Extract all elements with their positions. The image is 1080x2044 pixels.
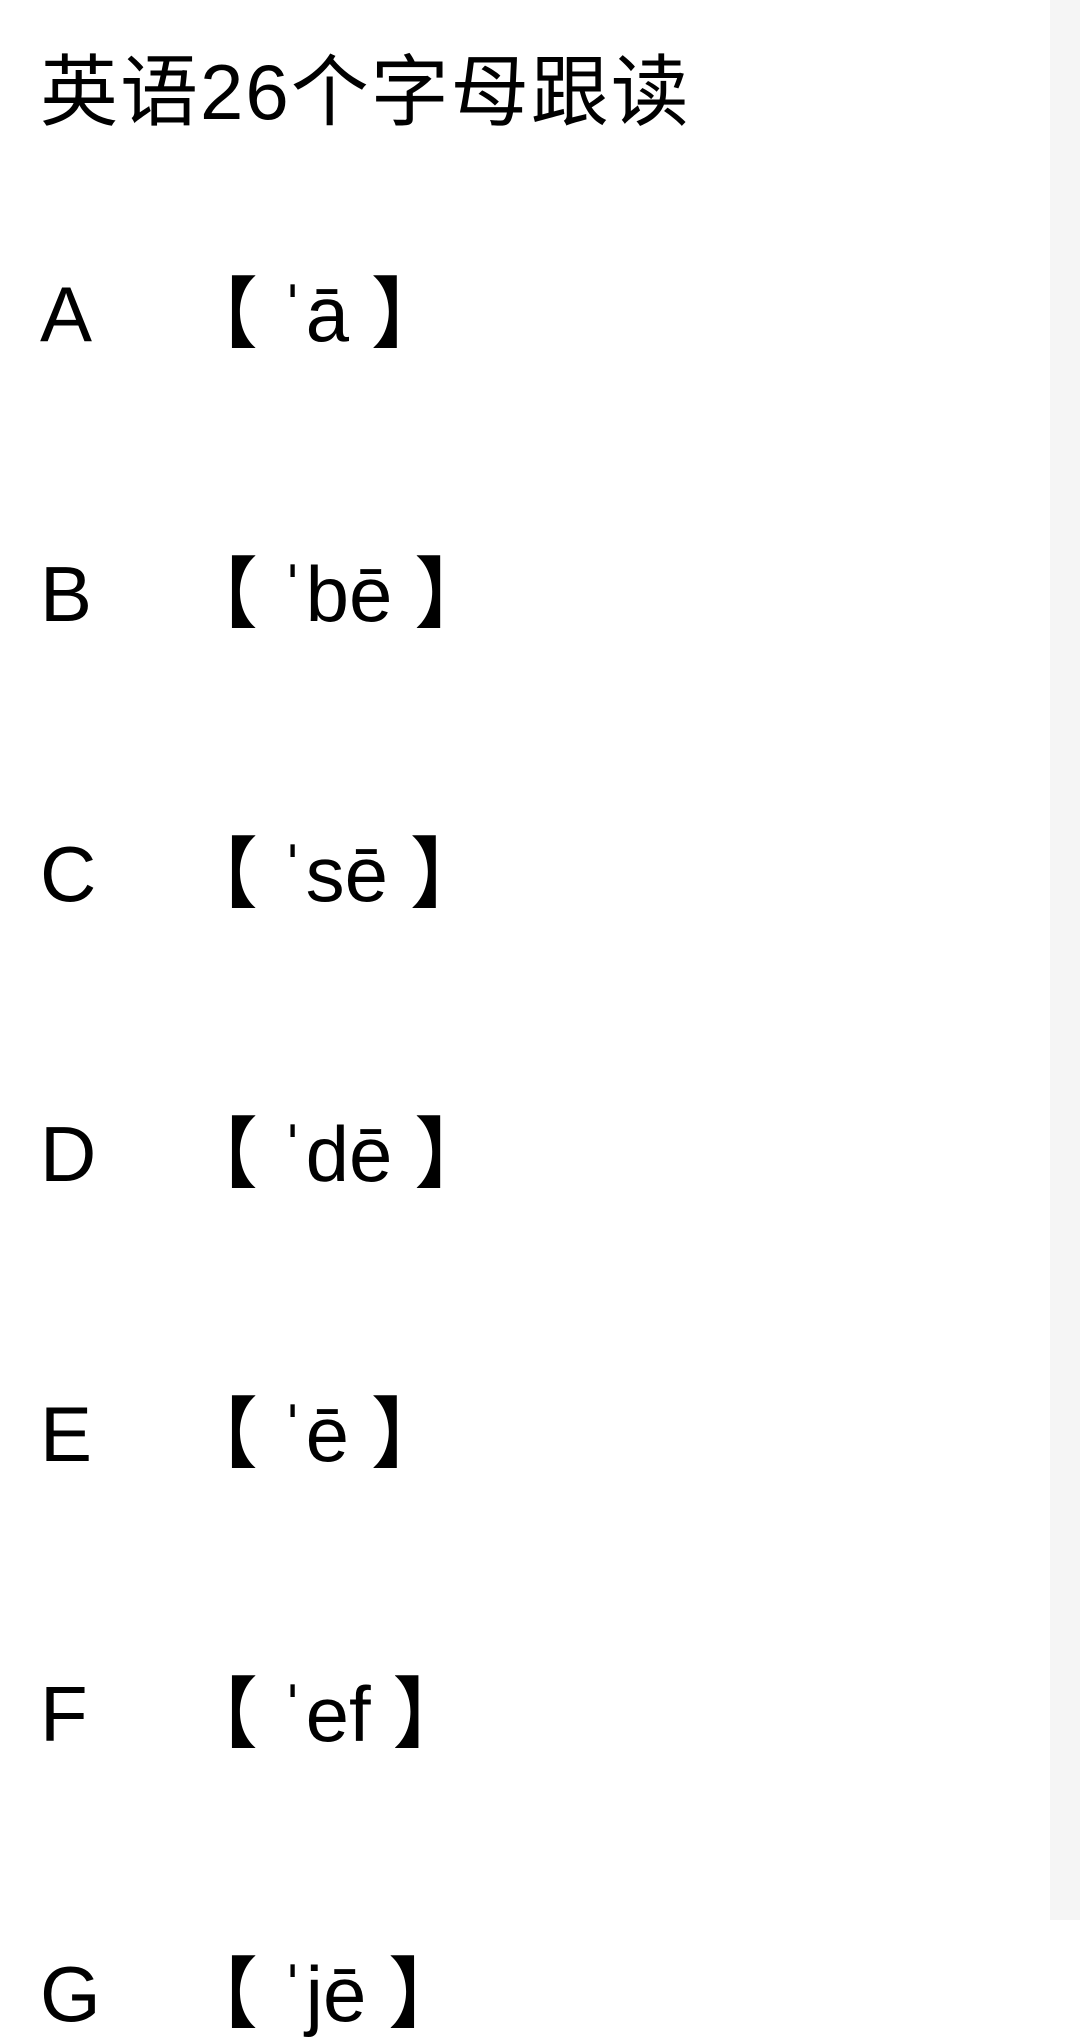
letter-pronunciation: 【 ˈdē 】: [180, 1092, 492, 1204]
letter-pronunciation: 【 ˈjē 】: [180, 1932, 466, 2044]
letter-row: D 【 ˈdē 】: [40, 1092, 1040, 1204]
letter-label: D: [40, 1109, 180, 1200]
letter-pronunciation: 【 ˈā 】: [180, 252, 449, 364]
letter-label: E: [40, 1389, 180, 1480]
letter-pronunciation: 【 ˈef 】: [180, 1652, 470, 1764]
letter-pronunciation: 【 ˈsē 】: [180, 812, 488, 924]
letter-row: E 【 ˈē 】: [40, 1372, 1040, 1484]
letter-row: C 【 ˈsē 】: [40, 812, 1040, 924]
page-edge: [1050, 0, 1080, 1920]
letter-pronunciation: 【 ˈbē 】: [180, 532, 492, 644]
letter-label: B: [40, 549, 180, 640]
letter-row: G 【 ˈjē 】: [40, 1932, 1040, 2044]
letter-list: A 【 ˈā 】 B 【 ˈbē 】 C 【 ˈsē 】 D 【 ˈdē 】 E…: [40, 252, 1040, 2044]
letter-label: A: [40, 269, 180, 360]
letter-label: F: [40, 1669, 180, 1760]
letter-pronunciation: 【 ˈē 】: [180, 1372, 449, 1484]
letter-label: G: [40, 1949, 180, 2040]
letter-row: B 【 ˈbē 】: [40, 532, 1040, 644]
letter-label: C: [40, 829, 180, 920]
letter-row: A 【 ˈā 】: [40, 252, 1040, 364]
page-title: 英语26个字母跟读: [40, 30, 1040, 142]
letter-row: F 【 ˈef 】: [40, 1652, 1040, 1764]
